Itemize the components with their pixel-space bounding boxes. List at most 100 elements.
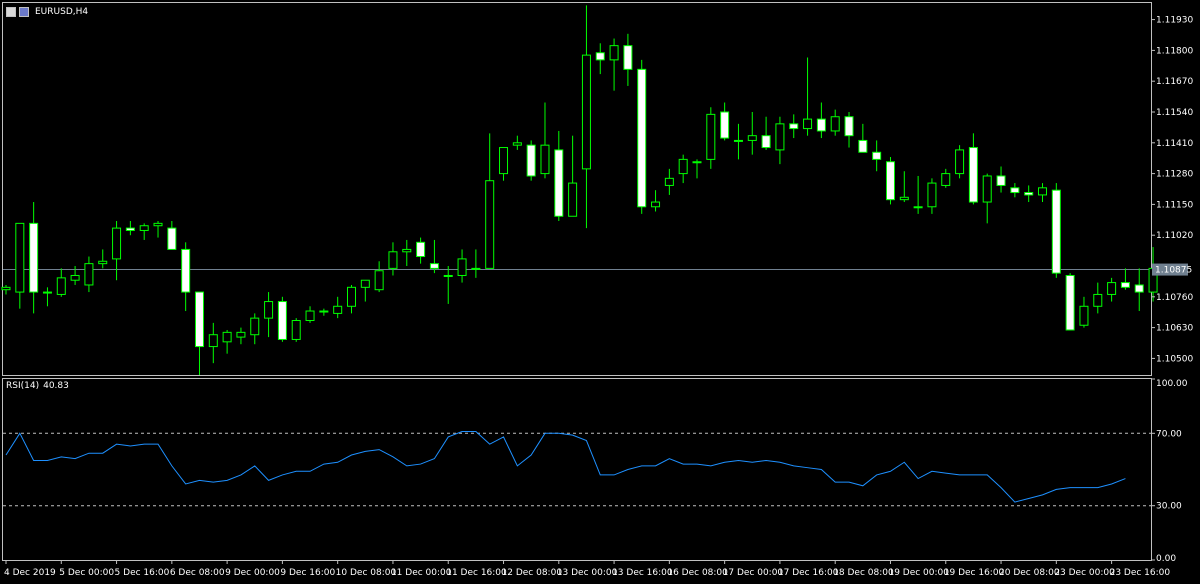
candle bbox=[112, 220, 122, 281]
bid-price-label: 1.10875 bbox=[1155, 266, 1192, 276]
candle-body bbox=[42, 291, 52, 294]
candle bbox=[913, 175, 923, 214]
candle bbox=[139, 223, 149, 240]
time-tick-label: 5 Dec 16:00 bbox=[115, 568, 170, 578]
time-tick-label: 23 Dec 00:00 bbox=[1054, 568, 1115, 578]
candle-body bbox=[264, 301, 274, 319]
candle-body bbox=[872, 151, 882, 160]
candle bbox=[1079, 296, 1089, 328]
candle-body bbox=[1134, 284, 1144, 293]
rsi-indicator-value: 40.83 bbox=[43, 381, 69, 391]
candle-body bbox=[568, 182, 578, 217]
candle bbox=[540, 102, 550, 179]
candle bbox=[927, 178, 937, 214]
candle-body bbox=[803, 118, 813, 130]
candle-body bbox=[1038, 187, 1047, 196]
price-tick-label: 1.10630 bbox=[1156, 324, 1193, 334]
flag-icon bbox=[19, 7, 29, 17]
candle bbox=[167, 220, 177, 250]
candle bbox=[512, 135, 522, 150]
candle bbox=[595, 43, 605, 75]
candle-body bbox=[1051, 189, 1061, 274]
candle-body bbox=[125, 227, 135, 231]
candle-body bbox=[1107, 282, 1117, 295]
candle-body bbox=[968, 147, 978, 203]
candle-body bbox=[664, 177, 674, 186]
time-tick-label: 17 Dec 00:00 bbox=[723, 568, 784, 578]
candle bbox=[982, 173, 992, 224]
candle-body bbox=[816, 118, 826, 132]
candle-body bbox=[609, 45, 619, 61]
candle bbox=[637, 59, 647, 214]
candle-body bbox=[402, 248, 412, 253]
time-tick-label: 4 Dec 2019 bbox=[4, 568, 56, 578]
candle-body bbox=[1024, 192, 1034, 196]
candle bbox=[153, 220, 163, 238]
candle-body bbox=[789, 123, 799, 130]
candle-body bbox=[416, 241, 426, 258]
candle-body bbox=[194, 291, 204, 348]
candle-body bbox=[927, 182, 937, 208]
candle bbox=[789, 114, 799, 139]
candle-body bbox=[1093, 293, 1103, 307]
candle-body bbox=[885, 161, 895, 201]
candle-body bbox=[651, 201, 661, 208]
candle-body bbox=[29, 222, 39, 293]
candle bbox=[222, 329, 232, 354]
candle bbox=[305, 306, 315, 323]
candle-body bbox=[858, 139, 868, 153]
price-tick-label: 1.11280 bbox=[1156, 170, 1193, 180]
time-tick-label: 17 Dec 16:00 bbox=[778, 568, 839, 578]
candle bbox=[125, 220, 135, 236]
candle bbox=[581, 5, 591, 229]
candle-body bbox=[429, 263, 439, 269]
rsi-indicator-label: RSI(14) bbox=[6, 381, 40, 391]
candle bbox=[333, 296, 343, 319]
candle bbox=[678, 154, 688, 184]
candle-body bbox=[637, 68, 647, 208]
candle bbox=[1038, 183, 1047, 203]
candle bbox=[457, 249, 467, 283]
candle-body bbox=[360, 279, 370, 288]
time-tick-label: 6 Dec 08:00 bbox=[170, 568, 225, 578]
candle bbox=[941, 168, 951, 188]
candle bbox=[15, 222, 25, 309]
candle bbox=[1024, 185, 1034, 203]
time-tick-label: 16 Dec 08:00 bbox=[667, 568, 728, 578]
time-tick-label: 23 Dec 16:00 bbox=[1110, 568, 1171, 578]
candle bbox=[1120, 268, 1130, 290]
candle-body bbox=[678, 158, 688, 175]
candle-body bbox=[56, 277, 66, 295]
candle bbox=[98, 249, 108, 269]
candle-body bbox=[485, 180, 495, 269]
rsi-series bbox=[5, 430, 1126, 503]
candle bbox=[1051, 183, 1061, 278]
candle bbox=[471, 249, 481, 278]
candle-body bbox=[457, 258, 467, 276]
candle bbox=[747, 111, 757, 155]
candle bbox=[803, 57, 813, 136]
candle-body bbox=[15, 222, 25, 293]
candle-body bbox=[844, 116, 854, 137]
candle bbox=[955, 145, 965, 179]
candle-body bbox=[581, 54, 591, 170]
candle bbox=[42, 287, 52, 307]
symbol-label: EURUSD,H4 bbox=[35, 7, 89, 17]
candlestick-series bbox=[1, 5, 1158, 375]
candle-body bbox=[692, 161, 702, 164]
candle-body bbox=[443, 274, 453, 277]
candle bbox=[692, 159, 702, 179]
time-tick-label: 5 Dec 00:00 bbox=[59, 568, 114, 578]
candle-body bbox=[913, 206, 923, 209]
chart-canvas: 1.11930 1.11800 1.11670 1.11540 1.11410 1.112… bbox=[1, 2, 1193, 578]
rsi-title: RSI(14) 40.83 bbox=[6, 381, 73, 391]
candle-body bbox=[982, 175, 992, 203]
candle bbox=[1010, 183, 1020, 198]
candle bbox=[554, 130, 564, 221]
price-tick-label: 1.11020 bbox=[1156, 231, 1193, 241]
candle-body bbox=[761, 135, 771, 149]
candle bbox=[56, 268, 66, 297]
candle bbox=[1107, 277, 1117, 302]
candle-body bbox=[720, 111, 730, 139]
candle bbox=[194, 291, 204, 375]
